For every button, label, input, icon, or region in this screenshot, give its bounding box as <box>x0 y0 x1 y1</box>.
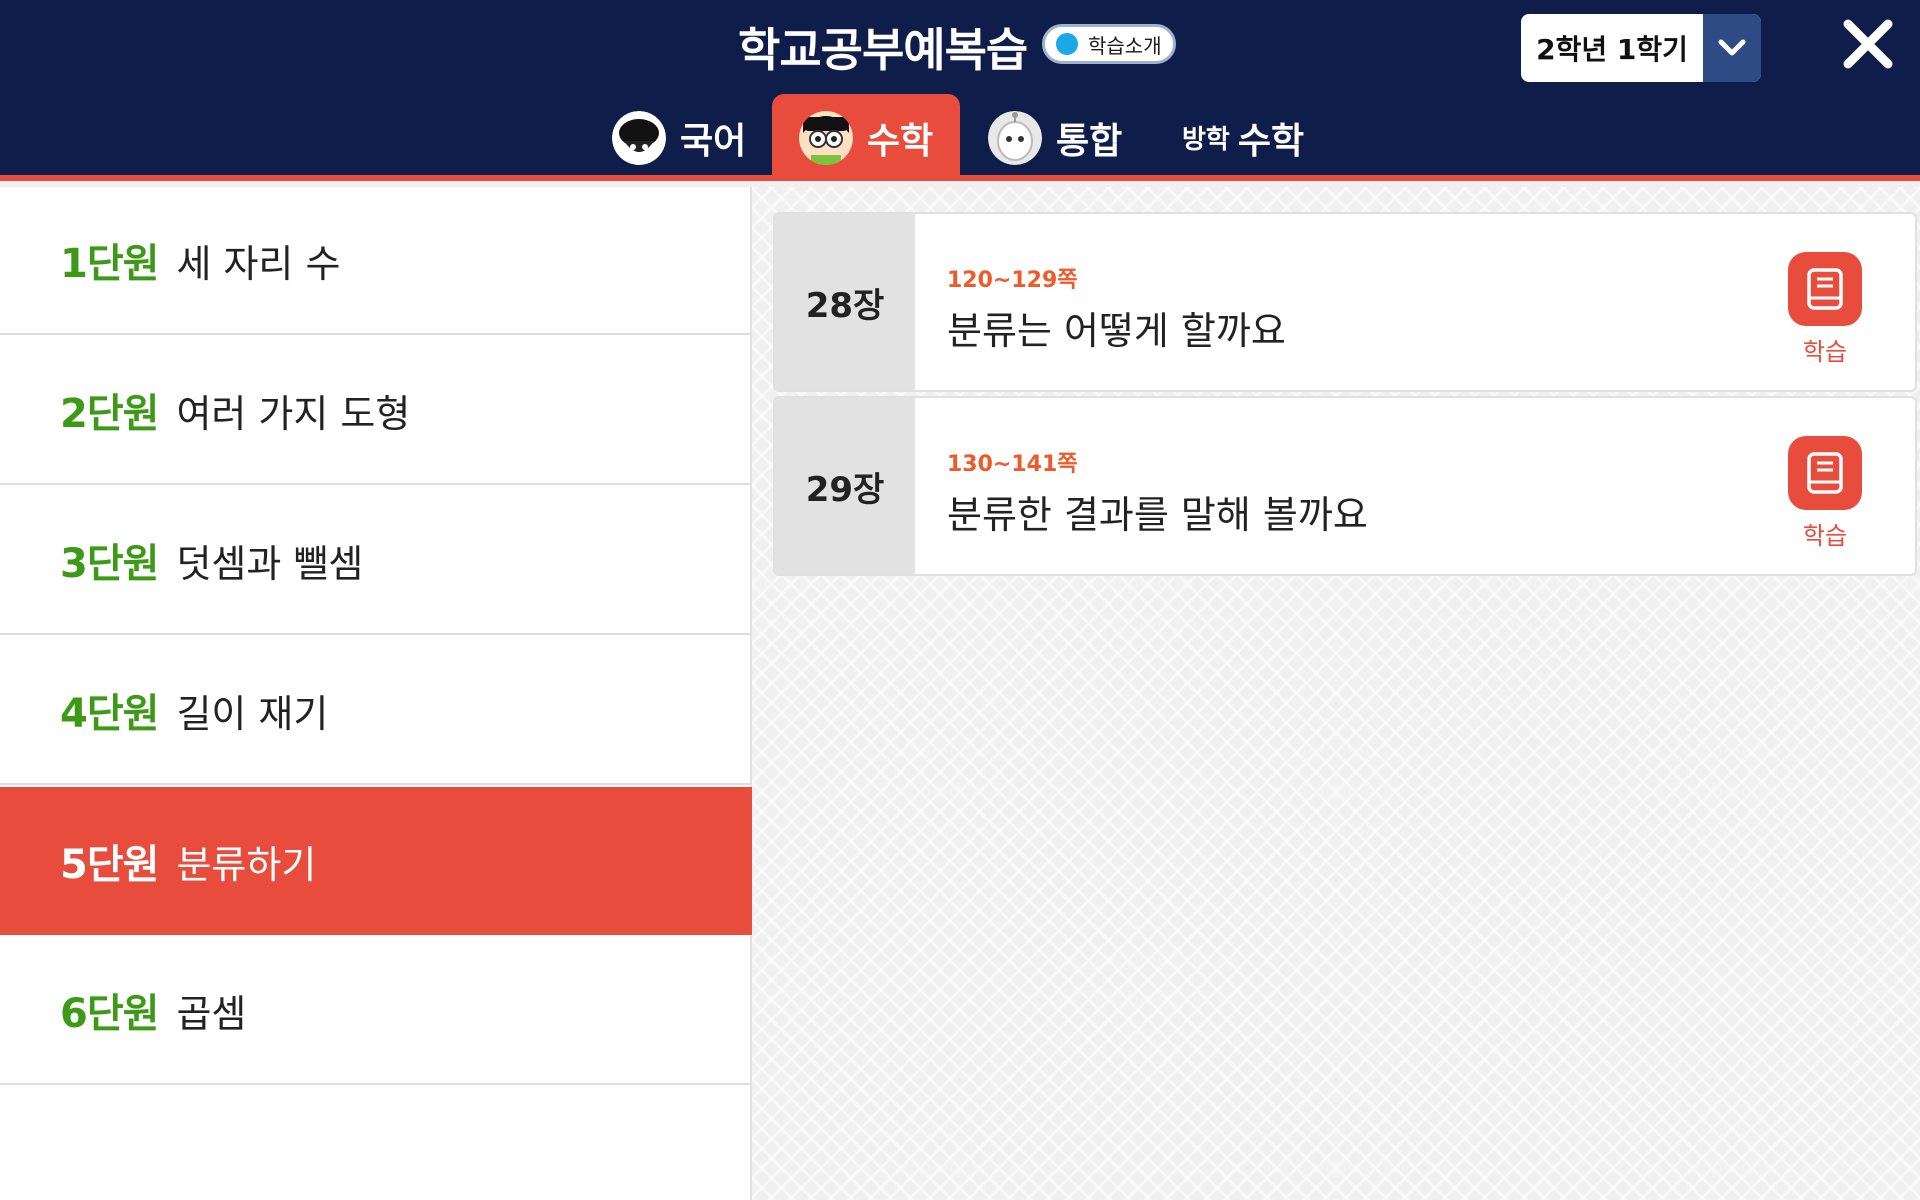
unit-item-4[interactable]: 4단원 길이 재기 <box>0 637 750 785</box>
unit-item-3[interactable]: 3단원 덧셈과 뺄셈 <box>0 487 750 635</box>
grade-semester-value: 2학년 1학기 <box>1536 33 1688 66</box>
grade-semester-select[interactable]: 2학년 1학기 <box>1521 14 1761 82</box>
unit-title: 곱셈 <box>176 991 247 1036</box>
boy-with-glasses-character-icon <box>798 110 853 165</box>
unit-number: 1단원 <box>60 241 159 287</box>
lesson-chapter: 29장 <box>775 398 915 574</box>
ink-bottle-character-icon <box>612 110 666 165</box>
tab-korean-label: 국어 <box>680 120 747 162</box>
lesson-title: 분류한 결과를 말해 볼까요 <box>947 493 1368 537</box>
unit-title: 덧셈과 뺄셈 <box>176 541 364 586</box>
intro-button-label: 학습소개 <box>1088 33 1162 58</box>
unit-item-1[interactable]: 1단원 세 자리 수 <box>0 187 750 335</box>
tab-math-label: 수학 <box>866 120 934 162</box>
lesson-chapter: 28장 <box>775 214 915 390</box>
unit-title: 세 자리 수 <box>176 241 341 286</box>
unit-item-2[interactable]: 2단원 여러 가지 도형 <box>0 337 750 485</box>
chevron-down-icon[interactable] <box>1703 14 1761 82</box>
unit-item-6[interactable]: 6단원 곱셈 <box>0 937 750 1085</box>
unit-list: 1단원 세 자리 수 2단원 여러 가지 도형 3단원 덧셈과 뺄셈 4단원 길… <box>0 187 750 1200</box>
lesson-title: 분류는 어떻게 할까요 <box>947 309 1286 353</box>
blue-dot-icon <box>1056 33 1078 55</box>
unit-number: 3단원 <box>60 541 159 587</box>
tab-integrated-label: 통합 <box>1056 120 1123 162</box>
unit-title: 분류하기 <box>176 842 317 887</box>
unit-title: 길이 재기 <box>176 691 329 736</box>
study-button[interactable]: 학습 <box>1785 252 1865 366</box>
close-icon[interactable] <box>1838 14 1898 74</box>
tab-vacation-prefix: 방학 <box>1182 125 1230 155</box>
unit-item-5[interactable]: 5단원 분류하기 <box>0 787 750 935</box>
tab-integrated[interactable]: 통합 <box>988 94 1122 181</box>
unit-title: 여러 가지 도형 <box>176 391 411 436</box>
unit-number: 4단원 <box>60 691 159 737</box>
tab-vacation-math-label: 수학 <box>1237 120 1305 162</box>
tab-math[interactable]: 수학 <box>772 94 960 181</box>
book-icon <box>1788 436 1862 510</box>
robot-character-icon <box>988 110 1042 165</box>
study-button-label: 학습 <box>1802 522 1848 550</box>
lesson-card: 29장 130~141쪽 분류한 결과를 말해 볼까요 학습 <box>773 396 1917 576</box>
study-button[interactable]: 학습 <box>1785 436 1865 550</box>
lesson-pages: 120~129쪽 <box>947 268 1078 293</box>
study-button-label: 학습 <box>1802 338 1848 366</box>
unit-number: 2단원 <box>60 391 159 437</box>
lesson-pages: 130~141쪽 <box>947 452 1078 477</box>
app-title: 학교공부예복습 <box>738 23 1028 77</box>
lesson-card: 28장 120~129쪽 분류는 어떻게 할까요 학습 <box>773 212 1917 392</box>
top-header: 학교공부예복습 학습소개 2학년 1학기 국어 수학 통합 방학 수학 <box>0 0 1920 181</box>
intro-button[interactable]: 학습소개 <box>1042 24 1176 64</box>
book-icon <box>1788 252 1862 326</box>
unit-number: 5단원 <box>60 842 159 888</box>
tab-vacation-math[interactable]: 방학 수학 <box>1182 94 1304 181</box>
unit-number: 6단원 <box>60 991 159 1037</box>
tab-korean[interactable]: 국어 <box>612 94 746 181</box>
